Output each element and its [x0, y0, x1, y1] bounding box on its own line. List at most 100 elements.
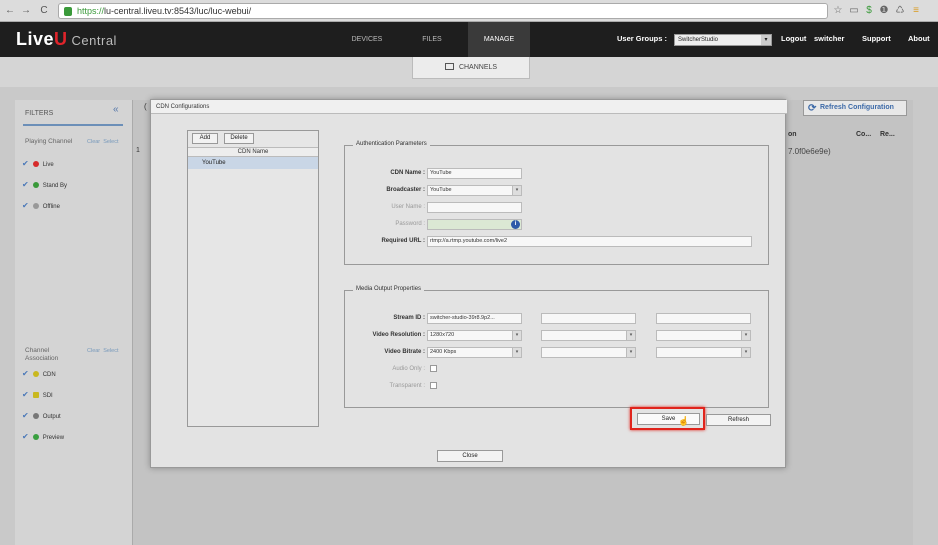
password-label: Password : [395, 221, 425, 227]
filter-standby[interactable]: ✔ Stand By [22, 180, 67, 190]
broadcaster-select[interactable]: YouTube ▾ [427, 185, 522, 196]
required-url-field[interactable]: rtmp://a.rtmp.youtube.com/live2 [427, 236, 752, 247]
password-field[interactable]: i [427, 219, 522, 230]
filter-cdn[interactable]: ✔ CDN [22, 369, 56, 379]
check-icon: ✔ [22, 201, 29, 210]
browser-toolbar: ← → C https://lu-central.liveu.tv:8543/l… [0, 0, 938, 22]
add-button[interactable]: Add [192, 133, 218, 144]
close-button[interactable]: Close [437, 450, 503, 462]
about-link[interactable]: About [908, 34, 930, 43]
chevron-down-icon: ▾ [512, 186, 521, 195]
extension-icon[interactable]: $ [863, 4, 875, 17]
chevron-down-icon: ▾ [626, 331, 635, 340]
video-resolution-select[interactable]: 1280x720 ▾ [427, 330, 522, 341]
video-resolution-select-3[interactable]: ▾ [656, 330, 751, 341]
delete-button[interactable]: Delete [224, 133, 254, 144]
grid-bracket: ( [144, 102, 147, 111]
info-icon[interactable]: i [511, 220, 520, 229]
channel-association-heading: Channel Association [25, 347, 59, 362]
media-legend: Media Output Properties [353, 286, 425, 292]
star-icon[interactable]: ☆ [832, 4, 844, 17]
video-bitrate-label: Video Bitrate : [384, 349, 425, 355]
cdn-name-field[interactable]: YouTube [427, 168, 522, 179]
stream-id-field-2[interactable] [541, 313, 636, 324]
save-button[interactable]: Save [637, 413, 700, 425]
column-header-co[interactable]: Co... [856, 131, 871, 138]
clear-link[interactable]: Clear [87, 139, 100, 145]
filter-output[interactable]: ✔ Output [22, 411, 61, 421]
cdn-list-panel: Add Delete CDN Name YouTube [187, 130, 319, 427]
transparent-checkbox[interactable] [430, 382, 437, 389]
select-link[interactable]: Select [103, 139, 118, 145]
video-bitrate-select-2[interactable]: ▾ [541, 347, 636, 358]
playing-links: Clear Select [87, 139, 119, 145]
live-status-icon [32, 160, 39, 167]
select-link[interactable]: Select [103, 348, 118, 354]
media-output-properties-group: Media Output Properties Stream ID : swit… [344, 286, 769, 408]
tab-devices[interactable]: DEVICES [338, 22, 396, 57]
extension-icon-2[interactable]: ❶ [878, 4, 890, 17]
filter-offline[interactable]: ✔ Offline [22, 201, 60, 211]
save-highlight: Save ☝ [630, 407, 705, 430]
transparent-label: Transparent : [389, 383, 425, 389]
filter-live[interactable]: ✔ Live [22, 159, 54, 169]
logout-link[interactable]: Logout [781, 34, 806, 43]
app-header: LiveU Central DEVICES FILES MANAGE User G… [0, 22, 938, 57]
user-group-select[interactable]: SwitcherStudio ▾ [674, 34, 772, 46]
username-label: User Name : [391, 204, 425, 210]
clear-link[interactable]: Clear [87, 348, 100, 354]
column-header-on[interactable]: on [788, 131, 797, 138]
filter-sdi[interactable]: ✔ SDI [22, 390, 53, 400]
output-icon [32, 412, 39, 419]
menu-icon[interactable]: ≡ [910, 4, 922, 17]
tab-channels[interactable]: CHANNELS [412, 57, 530, 79]
extension-icon-3[interactable]: ♺ [894, 4, 906, 17]
pointer-cursor-icon: ☝ [678, 416, 690, 426]
video-resolution-label: Video Resolution : [372, 332, 425, 338]
playing-channel-heading: Playing Channel [25, 138, 73, 145]
refresh-icon: ⟳ [808, 103, 817, 114]
tab-files[interactable]: FILES [404, 22, 460, 57]
authentication-parameters-group: Authentication Parameters CDN Name : You… [344, 141, 769, 265]
filters-panel: FILTERS « Playing Channel Clear Select ✔… [15, 100, 133, 545]
url-text: https://lu-central.liveu.tv:8543/luc/luc… [77, 6, 252, 16]
screen-icon[interactable]: ▭ [848, 4, 860, 17]
stream-id-label: Stream ID : [393, 315, 425, 321]
username: switcher [814, 34, 845, 43]
chevron-down-icon: ▾ [626, 348, 635, 357]
check-icon: ✔ [22, 159, 29, 168]
grid-cell-value: 7.0f0e6e9e) [788, 147, 831, 156]
back-icon[interactable]: ← [4, 4, 16, 17]
chevron-down-icon: ▾ [512, 348, 521, 357]
refresh-configuration-button[interactable]: ⟳ Refresh Configuration [803, 100, 907, 116]
liveu-logo: LiveU Central [16, 29, 117, 49]
offline-status-icon [32, 202, 39, 209]
chevron-down-icon: ▾ [761, 35, 771, 45]
forward-icon[interactable]: → [20, 4, 32, 17]
tab-manage[interactable]: MANAGE [468, 22, 530, 57]
video-resolution-select-2[interactable]: ▾ [541, 330, 636, 341]
audio-only-checkbox[interactable] [430, 365, 437, 372]
sub-navigation: CHANNELS [0, 57, 938, 87]
video-bitrate-select-3[interactable]: ▾ [656, 347, 751, 358]
user-groups-label: User Groups : [617, 34, 668, 43]
reload-icon[interactable]: C [38, 4, 50, 17]
check-icon: ✔ [22, 180, 29, 189]
stream-id-field-3[interactable] [656, 313, 751, 324]
address-bar[interactable]: https://lu-central.liveu.tv:8543/luc/luc… [58, 3, 828, 19]
required-url-label: Required URL : [381, 238, 425, 244]
list-item[interactable]: YouTube [188, 157, 318, 169]
stream-id-field[interactable]: switcher-studio-39r8.9p2... [427, 313, 522, 324]
cdn-name-column-header[interactable]: CDN Name [188, 147, 318, 157]
cdn-icon [32, 370, 39, 377]
check-icon: ✔ [22, 411, 29, 420]
filter-preview[interactable]: ✔ Preview [22, 432, 64, 442]
video-bitrate-select[interactable]: 2400 Kbps ▾ [427, 347, 522, 358]
collapse-icon[interactable]: « [113, 104, 119, 115]
support-link[interactable]: Support [862, 34, 891, 43]
refresh-button[interactable]: Refresh [706, 414, 771, 426]
column-header-re[interactable]: Re... [880, 131, 895, 138]
check-icon: ✔ [22, 390, 29, 399]
username-field[interactable] [427, 202, 522, 213]
chevron-down-icon: ▾ [512, 331, 521, 340]
